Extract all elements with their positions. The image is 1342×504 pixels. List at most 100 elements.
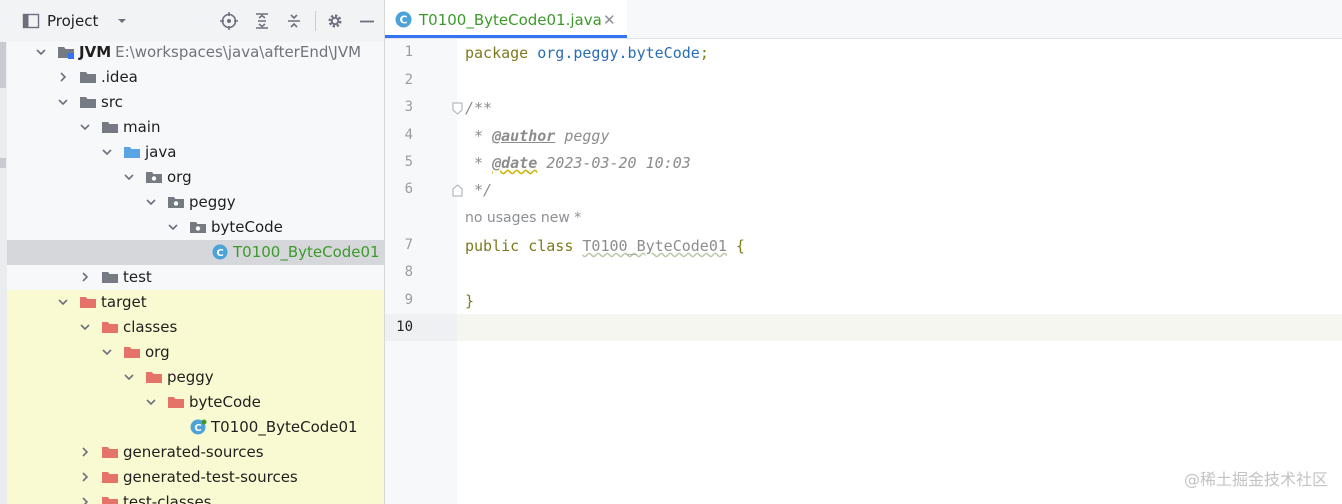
chevron-right-icon[interactable] xyxy=(79,271,91,283)
tree-node[interactable]: generated-test-sources xyxy=(7,465,384,490)
fold-start-icon[interactable] xyxy=(452,102,463,115)
punctuation: { xyxy=(726,237,745,255)
tree-node-label: main xyxy=(123,115,160,140)
chevron-down-icon[interactable] xyxy=(35,46,47,58)
chevron-down-icon[interactable] xyxy=(79,121,91,133)
project-view-icon[interactable] xyxy=(22,12,40,30)
collapse-all-icon[interactable] xyxy=(285,12,303,30)
excluded-folder-icon xyxy=(168,397,184,408)
chevron-down-icon[interactable] xyxy=(101,346,113,358)
tree-node[interactable]: classes xyxy=(7,315,384,340)
javadoc-value: 2023-03-20 10:03 xyxy=(537,154,691,172)
close-icon[interactable]: ✕ xyxy=(603,11,616,29)
current-line-highlight xyxy=(457,314,1342,341)
module-folder-icon xyxy=(58,47,74,59)
select-opened-file-icon[interactable] xyxy=(220,12,238,30)
chevron-down-icon[interactable] xyxy=(145,396,157,408)
tree-node-label: generated-test-sources xyxy=(123,465,298,490)
tree-node-label: peggy xyxy=(189,190,236,215)
project-panel-title[interactable]: Project xyxy=(47,12,98,30)
code-line-4[interactable]: * @author peggy xyxy=(465,127,609,145)
tree-node-path: E:\workspaces\java\afterEnd\JVM xyxy=(115,43,362,61)
code-line-7[interactable]: public class T0100_ByteCode01 { xyxy=(465,237,745,255)
tree-node[interactable]: org xyxy=(7,340,384,365)
chevron-right-icon[interactable] xyxy=(79,496,91,504)
package-icon xyxy=(146,172,162,183)
tree-node[interactable]: C T0100_ByteCode01 xyxy=(7,415,384,440)
excluded-folder-icon xyxy=(80,297,96,308)
excluded-folder-icon xyxy=(146,372,162,383)
line-number: 1 xyxy=(404,44,413,60)
tree-node[interactable]: test-classes xyxy=(7,490,384,504)
chevron-right-icon[interactable] xyxy=(57,71,69,83)
tree-node-name: peggy xyxy=(189,193,236,211)
tree-node-name: generated-test-sources xyxy=(123,468,298,486)
fold-end-icon[interactable] xyxy=(452,184,463,197)
tree-node-label: byteCode xyxy=(211,215,283,240)
line-number: 2 xyxy=(404,72,413,88)
chevron-down-icon[interactable] xyxy=(57,296,69,308)
code-line-1[interactable]: package org.peggy.byteCode; xyxy=(465,44,709,62)
hide-panel-icon[interactable] xyxy=(358,12,376,30)
folder-icon xyxy=(80,97,96,108)
gear-icon[interactable] xyxy=(326,12,344,30)
line-number: 8 xyxy=(404,264,413,280)
tree-node-name: java xyxy=(145,143,177,161)
excluded-folder-icon xyxy=(102,447,118,458)
line-number: 4 xyxy=(404,127,413,143)
doc-star: * xyxy=(465,154,493,172)
tree-node-label: peggy xyxy=(167,365,214,390)
tree-node-label: org xyxy=(145,340,170,365)
code-line-3[interactable]: /** xyxy=(465,99,492,117)
doc-star: * xyxy=(465,127,493,145)
svg-text:C: C xyxy=(399,14,407,27)
tree-node[interactable]: java xyxy=(7,140,384,165)
tree-node[interactable]: test xyxy=(7,265,384,290)
strip-marker xyxy=(0,42,6,88)
chevron-down-icon[interactable] xyxy=(79,321,91,333)
tree-node[interactable]: byteCode xyxy=(7,390,384,415)
tree-node[interactable]: .idea xyxy=(7,65,384,90)
tree-node-label: .idea xyxy=(101,65,138,90)
java-class-icon: C xyxy=(395,11,412,28)
java-class-icon: C xyxy=(212,244,228,260)
editor-tab-active[interactable]: C T0100_ByteCode01.java ✕ xyxy=(385,0,627,38)
expand-all-icon[interactable] xyxy=(253,12,271,30)
tree-node[interactable]: generated-sources xyxy=(7,440,384,465)
chevron-right-icon[interactable] xyxy=(79,471,91,483)
chevron-down-icon[interactable] xyxy=(167,221,179,233)
tree-node[interactable]: peggy xyxy=(7,190,384,215)
project-tool-window: Project JVM E:\workspaces\java\afterEnd\J… xyxy=(0,0,385,504)
tree-node-name: classes xyxy=(123,318,178,336)
tree-node[interactable]: peggy xyxy=(7,365,384,390)
chevron-right-icon[interactable] xyxy=(79,446,91,458)
tree-node[interactable]: src xyxy=(7,90,384,115)
code-line-5[interactable]: * @date 2023-03-20 10:03 xyxy=(465,154,691,172)
punctuation: } xyxy=(465,292,475,310)
tree-node[interactable]: target xyxy=(7,290,384,315)
code-line-6[interactable]: */ xyxy=(465,181,492,199)
chevron-down-icon[interactable] xyxy=(57,96,69,108)
tree-node[interactable]: C T0100_ByteCode01 xyxy=(7,240,384,265)
tree-node[interactable]: main xyxy=(7,115,384,140)
left-scroll-strip xyxy=(0,42,7,504)
chevron-down-icon[interactable] xyxy=(145,196,157,208)
chevron-down-icon[interactable] xyxy=(123,171,135,183)
tree-node-label: org xyxy=(167,165,192,190)
chevron-down-icon[interactable] xyxy=(123,371,135,383)
tree-node[interactable]: org xyxy=(7,165,384,190)
chevron-down-icon[interactable] xyxy=(115,14,129,28)
tree-node-label: T0100_ByteCode01 xyxy=(211,415,358,440)
javadoc-tag: @date xyxy=(492,154,538,172)
line-number: 5 xyxy=(404,154,413,170)
svg-text:C: C xyxy=(216,248,223,259)
code-line-9[interactable]: } xyxy=(465,292,474,310)
inlay-hint-usages[interactable]: no usages new * xyxy=(465,210,581,226)
tree-node-name: test xyxy=(123,268,152,286)
tree-node-label: target xyxy=(101,290,147,315)
chevron-down-icon[interactable] xyxy=(101,146,113,158)
tree-node[interactable]: JVM E:\workspaces\java\afterEnd\JVM xyxy=(7,40,384,65)
excluded-folder-icon xyxy=(102,472,118,483)
tree-node-name: test-classes xyxy=(123,493,212,504)
tree-node[interactable]: byteCode xyxy=(7,215,384,240)
